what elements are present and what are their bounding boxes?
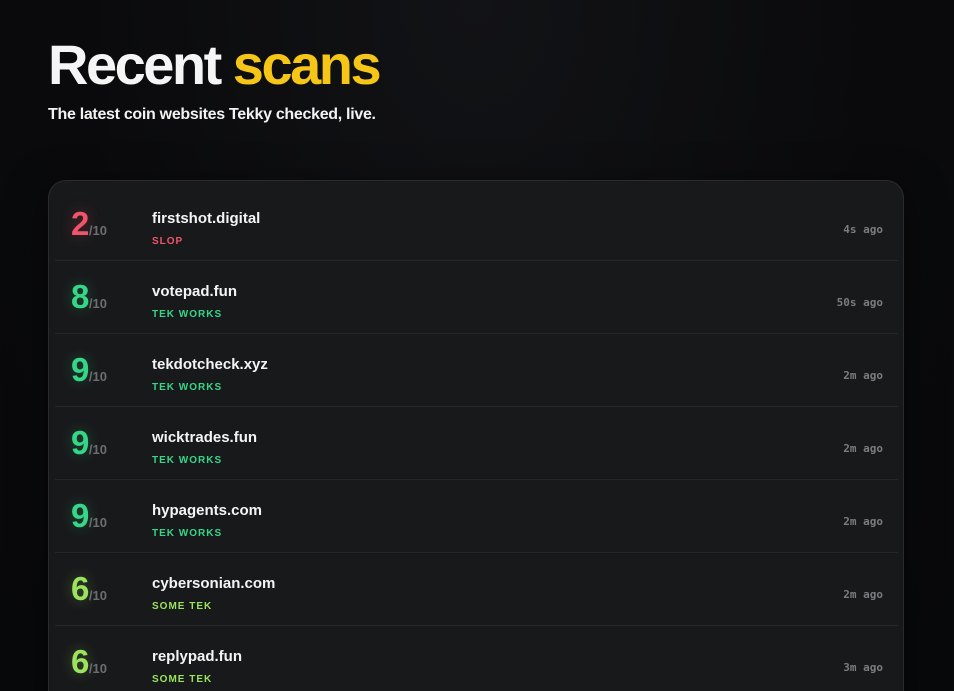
- score: 2/10: [71, 205, 107, 243]
- verdict-badge: TEK WORKS: [152, 309, 223, 320]
- score-out-of: /10: [88, 442, 107, 457]
- score: 8/10: [71, 278, 107, 316]
- page-title-word-recent: Recent: [48, 33, 222, 96]
- scan-timestamp: 3m ago: [843, 661, 883, 674]
- site-name[interactable]: wicktrades.fun: [152, 429, 257, 446]
- verdict-badge: SOME TEK: [152, 601, 213, 612]
- score-value: 8: [71, 278, 89, 315]
- score-out-of: /10: [88, 369, 107, 384]
- verdict-badge: TEK WORKS: [152, 382, 223, 393]
- site-name[interactable]: replypad.fun: [152, 648, 242, 665]
- scan-row[interactable]: 6/10 cybersonian.com SOME TEK 2m ago: [55, 552, 898, 626]
- recent-scans-list: 2/10 firstshot.digital SLOP 4s ago 8/10 votep…: [48, 180, 904, 691]
- score: 9/10: [71, 497, 107, 535]
- score-out-of: /10: [88, 661, 107, 676]
- scan-timestamp: 50s ago: [836, 296, 883, 309]
- verdict-badge: TEK WORKS: [152, 528, 223, 539]
- verdict-badge: SLOP: [152, 236, 184, 247]
- score-out-of: /10: [88, 588, 107, 603]
- score: 9/10: [71, 351, 107, 389]
- score-out-of: /10: [88, 223, 107, 238]
- score-value: 6: [71, 643, 89, 680]
- scan-row[interactable]: 6/10 replypad.fun SOME TEK 3m ago: [55, 625, 898, 691]
- site-name[interactable]: votepad.fun: [152, 283, 237, 300]
- score: 6/10: [71, 570, 107, 608]
- score-value: 6: [71, 570, 89, 607]
- scan-row[interactable]: 8/10 votepad.fun TEK WORKS 50s ago: [55, 260, 898, 334]
- score-value: 9: [71, 497, 89, 534]
- page-title-word-scans: scans: [232, 33, 382, 96]
- scan-timestamp: 2m ago: [843, 588, 883, 601]
- score-value: 9: [71, 351, 89, 388]
- page-subtitle: The latest coin websites Tekky checked, …: [48, 106, 376, 123]
- score-value: 2: [71, 205, 89, 242]
- score-value: 9: [71, 424, 89, 461]
- site-name[interactable]: tekdotcheck.xyz: [152, 356, 268, 373]
- score: 9/10: [71, 424, 107, 462]
- verdict-badge: TEK WORKS: [152, 455, 223, 466]
- score-out-of: /10: [88, 296, 107, 311]
- page-title: Recent scans: [48, 32, 382, 98]
- site-name[interactable]: hypagents.com: [152, 502, 262, 519]
- scan-row[interactable]: 9/10 tekdotcheck.xyz TEK WORKS 2m ago: [55, 333, 898, 407]
- scan-timestamp: 2m ago: [843, 369, 883, 382]
- scan-timestamp: 2m ago: [843, 515, 883, 528]
- page: Recent scans The latest coin websites Te…: [0, 0, 954, 691]
- scan-row[interactable]: 2/10 firstshot.digital SLOP 4s ago: [55, 187, 898, 261]
- scan-row[interactable]: 9/10 hypagents.com TEK WORKS 2m ago: [55, 479, 898, 553]
- scan-timestamp: 2m ago: [843, 442, 883, 455]
- scan-timestamp: 4s ago: [843, 223, 883, 236]
- score: 6/10: [71, 643, 107, 681]
- site-name[interactable]: cybersonian.com: [152, 575, 275, 592]
- scan-row[interactable]: 9/10 wicktrades.fun TEK WORKS 2m ago: [55, 406, 898, 480]
- site-name[interactable]: firstshot.digital: [152, 210, 260, 227]
- score-out-of: /10: [88, 515, 107, 530]
- verdict-badge: SOME TEK: [152, 674, 213, 685]
